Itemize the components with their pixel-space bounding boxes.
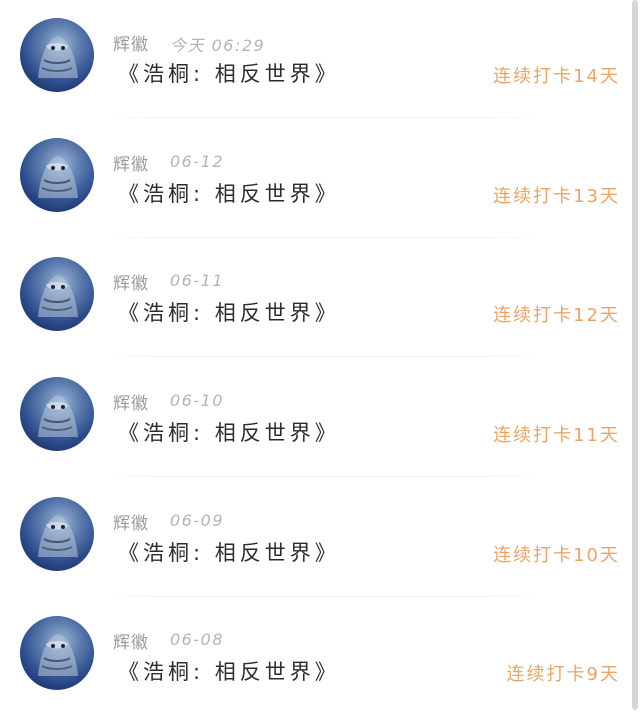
avatar-image <box>38 275 78 317</box>
avatar[interactable] <box>20 497 94 571</box>
streak-label: 连续打卡9天 <box>506 664 620 685</box>
avatar[interactable] <box>20 616 94 690</box>
book-title: 《浩桐: 相反世界》 <box>118 660 340 684</box>
divider <box>100 117 542 118</box>
avatar-image <box>38 515 78 557</box>
user-name: 辉徽 <box>113 394 149 414</box>
list-item[interactable]: 辉徽 06-08 《浩桐: 相反世界》 连续打卡9天 <box>0 598 632 718</box>
book-title: 《浩桐: 相反世界》 <box>118 182 340 206</box>
avatar[interactable] <box>20 138 94 212</box>
list-item[interactable]: 辉徽 06-09 《浩桐: 相反世界》 连续打卡10天 <box>0 479 632 599</box>
post-time: 06-12 <box>170 152 224 171</box>
post-time: 06-10 <box>170 391 224 410</box>
user-name: 辉徽 <box>113 155 149 175</box>
checkin-list: 辉徽 今天 06:29 《浩桐: 相反世界》 连续打卡14天 辉徽 06-12 … <box>0 0 632 710</box>
book-title: 《浩桐: 相反世界》 <box>118 541 340 565</box>
divider <box>100 356 542 357</box>
avatar[interactable] <box>20 257 94 331</box>
list-item[interactable]: 辉徽 06-10 《浩桐: 相反世界》 连续打卡11天 <box>0 359 632 479</box>
avatar-image <box>38 395 78 437</box>
avatar[interactable] <box>20 377 94 451</box>
divider <box>100 476 542 477</box>
list-item[interactable]: 辉徽 06-11 《浩桐: 相反世界》 连续打卡12天 <box>0 239 632 359</box>
streak-label: 连续打卡10天 <box>493 545 620 566</box>
post-time: 06-09 <box>170 511 224 530</box>
user-name: 辉徽 <box>113 35 149 55</box>
streak-label: 连续打卡14天 <box>493 66 620 87</box>
avatar-image <box>38 36 78 78</box>
list-item[interactable]: 辉徽 今天 06:29 《浩桐: 相反世界》 连续打卡14天 <box>0 0 632 120</box>
streak-label: 连续打卡12天 <box>493 305 620 326</box>
avatar[interactable] <box>20 18 94 92</box>
book-title: 《浩桐: 相反世界》 <box>118 301 340 325</box>
avatar-image <box>38 634 78 676</box>
avatar-image <box>38 156 78 198</box>
scrollbar[interactable] <box>632 0 638 710</box>
user-name: 辉徽 <box>113 633 149 653</box>
list-item[interactable]: 辉徽 06-12 《浩桐: 相反世界》 连续打卡13天 <box>0 120 632 240</box>
book-title: 《浩桐: 相反世界》 <box>118 62 340 86</box>
streak-label: 连续打卡11天 <box>493 425 620 446</box>
streak-label: 连续打卡13天 <box>493 186 620 207</box>
book-title: 《浩桐: 相反世界》 <box>118 421 340 445</box>
post-time: 今天 06:29 <box>170 36 266 55</box>
post-time: 06-11 <box>170 271 224 290</box>
post-time: 06-08 <box>170 630 224 649</box>
divider <box>100 237 542 238</box>
user-name: 辉徽 <box>113 514 149 534</box>
divider <box>100 596 542 597</box>
user-name: 辉徽 <box>113 274 149 294</box>
